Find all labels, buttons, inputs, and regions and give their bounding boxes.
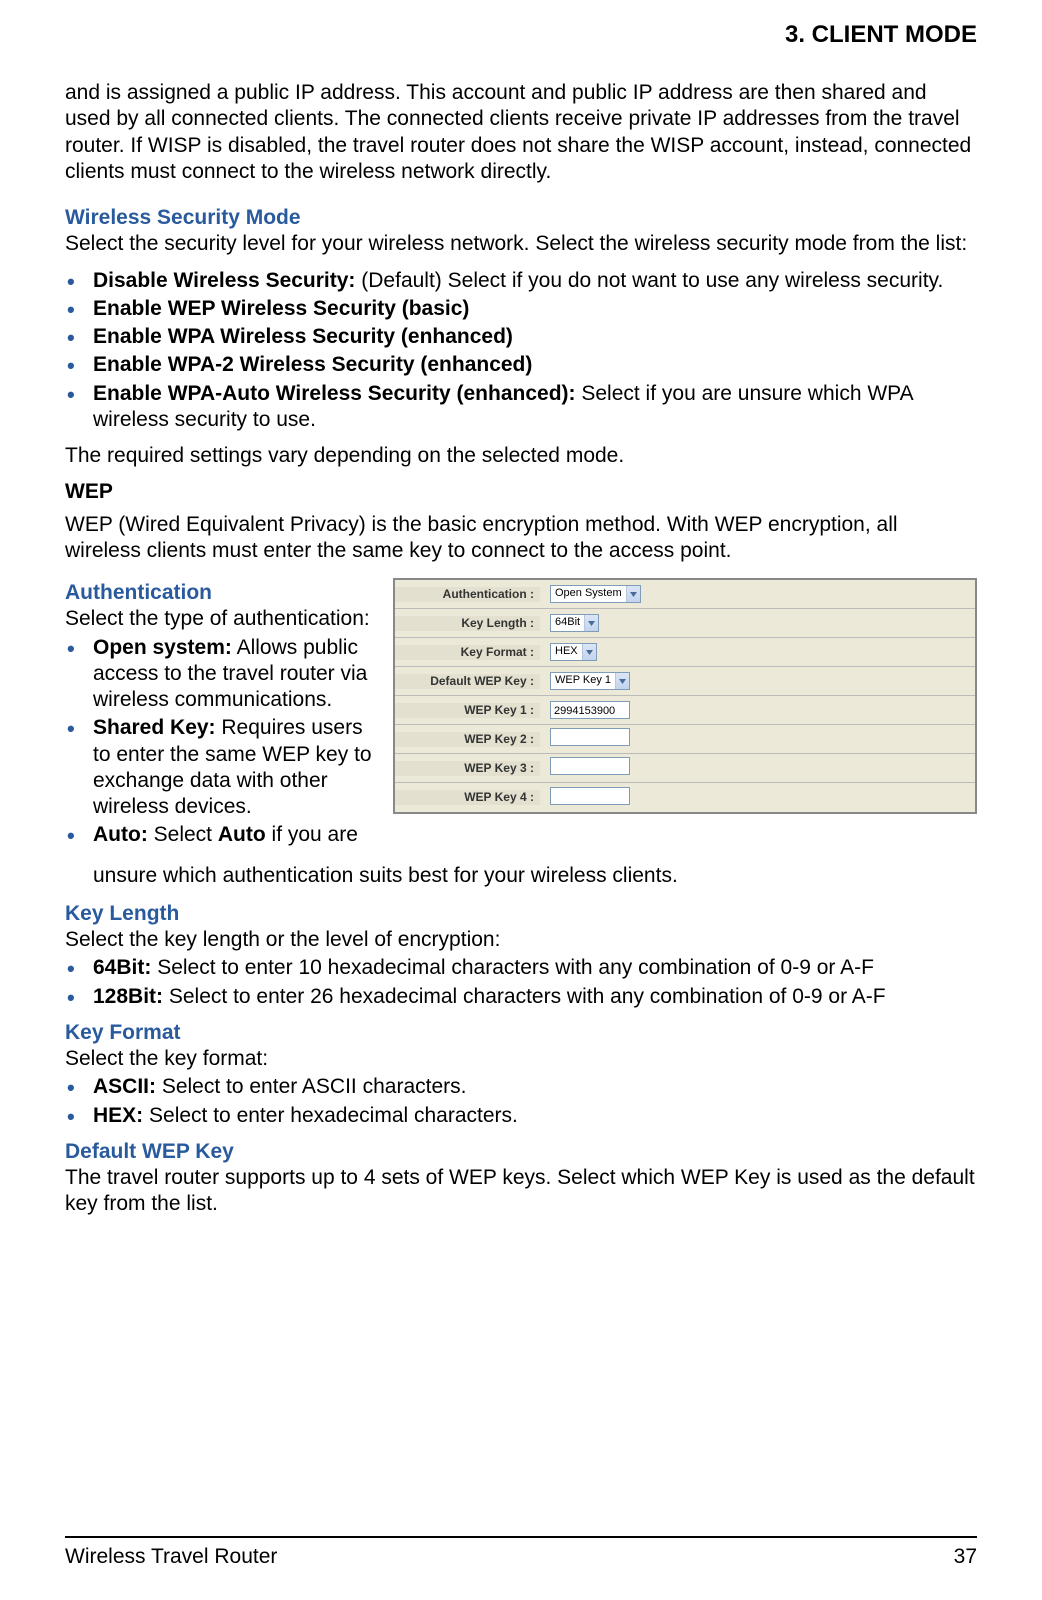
item-rest: Select to enter ASCII characters. <box>156 1075 466 1098</box>
item-bold: Enable WPA-2 Wireless Security (enhanced… <box>93 353 532 376</box>
footer-left: Wireless Travel Router <box>65 1544 277 1570</box>
config-row-wep-key-4: WEP Key 4 : <box>395 783 975 812</box>
chevron-down-icon <box>584 615 598 631</box>
config-label: Default WEP Key : <box>395 674 540 689</box>
item-bold: Open system: <box>93 636 232 659</box>
default-wep-key-desc: The travel router supports up to 4 sets … <box>65 1165 977 1218</box>
key-length-list: 64Bit: Select to enter 10 hexadecimal ch… <box>65 955 977 1010</box>
select-text: HEX <box>551 645 582 659</box>
chapter-header: 3. CLIENT MODE <box>65 20 977 50</box>
item-bold-mid: Auto <box>218 823 266 846</box>
config-value <box>540 728 975 750</box>
config-label: WEP Key 2 : <box>395 732 540 747</box>
chevron-down-icon <box>626 586 640 602</box>
key-format-list: ASCII: Select to enter ASCII characters.… <box>65 1074 977 1129</box>
key-format-intro: Select the key format: <box>65 1046 977 1072</box>
config-row-authentication: Authentication : Open System <box>395 580 975 609</box>
item-rest: Select to enter hexadecimal characters. <box>143 1104 518 1127</box>
item-rest: (Default) Select if you do not want to u… <box>355 269 943 292</box>
list-item: Shared Key: Requires users to enter the … <box>65 715 375 820</box>
wep-key-1-input[interactable]: 2994153900 <box>550 701 630 719</box>
list-item: Enable WPA-Auto Wireless Security (enhan… <box>65 381 977 434</box>
config-value <box>540 757 975 779</box>
list-item: Open system: Allows public access to the… <box>65 635 375 714</box>
wep-key-3-input[interactable] <box>550 757 630 775</box>
config-value: HEX <box>540 643 975 661</box>
config-row-wep-key-2: WEP Key 2 : <box>395 725 975 754</box>
page-footer: Wireless Travel Router 37 <box>65 1536 977 1570</box>
config-row-wep-key-1: WEP Key 1 : 2994153900 <box>395 696 975 725</box>
list-item: Enable WEP Wireless Security (basic) <box>65 296 977 322</box>
key-length-select[interactable]: 64Bit <box>550 614 599 632</box>
list-item: Disable Wireless Security: (Default) Sel… <box>65 268 977 294</box>
item-bold: Disable Wireless Security: <box>93 269 355 292</box>
wireless-security-list: Disable Wireless Security: (Default) Sel… <box>65 268 977 434</box>
config-value: 2994153900 <box>540 701 975 719</box>
item-bold: ASCII: <box>93 1075 156 1098</box>
item-bold: 128Bit: <box>93 985 163 1008</box>
config-label: WEP Key 4 : <box>395 790 540 805</box>
wireless-security-desc: Select the security level for your wirel… <box>65 231 977 257</box>
key-length-intro: Select the key length or the level of en… <box>65 927 977 953</box>
list-item: Auto: Select Auto if you are <box>65 822 375 848</box>
item-bold: Shared Key: <box>93 716 216 739</box>
wep-key-4-input[interactable] <box>550 787 630 805</box>
config-value: WEP Key 1 <box>540 672 975 690</box>
config-label: Authentication : <box>395 587 540 602</box>
list-item: Enable WPA-2 Wireless Security (enhanced… <box>65 352 977 378</box>
config-row-default-wep-key: Default WEP Key : WEP Key 1 <box>395 667 975 696</box>
config-row-wep-key-3: WEP Key 3 : <box>395 754 975 783</box>
authentication-intro: Select the type of authentication: <box>65 606 375 632</box>
list-item: ASCII: Select to enter ASCII characters. <box>65 1074 977 1100</box>
default-wep-key-select[interactable]: WEP Key 1 <box>550 672 630 690</box>
item-rest: if you are <box>266 823 358 846</box>
config-label: WEP Key 3 : <box>395 761 540 776</box>
item-rest: Select to enter 26 hexadecimal character… <box>163 985 886 1008</box>
authentication-select[interactable]: Open System <box>550 585 641 603</box>
select-text: Open System <box>551 587 626 601</box>
config-value: Open System <box>540 585 975 603</box>
wep-key-2-input[interactable] <box>550 728 630 746</box>
config-row-key-format: Key Format : HEX <box>395 638 975 667</box>
item-bold: 64Bit: <box>93 956 151 979</box>
key-format-select[interactable]: HEX <box>550 643 597 661</box>
item-rest: Select to enter 10 hexadecimal character… <box>151 956 874 979</box>
config-label: WEP Key 1 : <box>395 703 540 718</box>
item-bold: Enable WPA-Auto Wireless Security (enhan… <box>93 382 576 405</box>
heading-default-wep-key: Default WEP Key <box>65 1139 977 1165</box>
heading-key-format: Key Format <box>65 1020 977 1046</box>
config-label: Key Length : <box>395 616 540 631</box>
config-row-key-length: Key Length : 64Bit <box>395 609 975 638</box>
select-text: 64Bit <box>551 616 584 630</box>
chevron-down-icon <box>582 644 596 660</box>
list-item: HEX: Select to enter hexadecimal charact… <box>65 1103 977 1129</box>
item-bold: HEX: <box>93 1104 143 1127</box>
list-item: 128Bit: Select to enter 26 hexadecimal c… <box>65 984 977 1010</box>
config-label: Key Format : <box>395 645 540 660</box>
heading-key-length: Key Length <box>65 901 977 927</box>
footer-page-number: 37 <box>954 1544 977 1570</box>
wireless-security-after: The required settings vary depending on … <box>65 443 977 469</box>
config-value <box>540 787 975 809</box>
item-bold: Auto: <box>93 823 148 846</box>
select-text: WEP Key 1 <box>551 674 615 688</box>
item-bold: Enable WEP Wireless Security (basic) <box>93 297 469 320</box>
list-item: 64Bit: Select to enter 10 hexadecimal ch… <box>65 955 977 981</box>
item-mid: Select <box>148 823 218 846</box>
wep-desc: WEP (Wired Equivalent Privacy) is the ba… <box>65 512 977 565</box>
item-bold: Enable WPA Wireless Security (enhanced) <box>93 325 513 348</box>
list-item: Enable WPA Wireless Security (enhanced) <box>65 324 977 350</box>
wep-config-panel: Authentication : Open System Key Length … <box>393 578 977 814</box>
auto-continuation: unsure which authentication suits best f… <box>65 863 977 889</box>
intro-paragraph: and is assigned a public IP address. Thi… <box>65 80 977 185</box>
config-value: 64Bit <box>540 614 975 632</box>
heading-authentication: Authentication <box>65 580 375 606</box>
authentication-list: Open system: Allows public access to the… <box>65 635 375 849</box>
chevron-down-icon <box>615 673 629 689</box>
heading-wireless-security-mode: Wireless Security Mode <box>65 205 977 231</box>
heading-wep: WEP <box>65 479 977 505</box>
